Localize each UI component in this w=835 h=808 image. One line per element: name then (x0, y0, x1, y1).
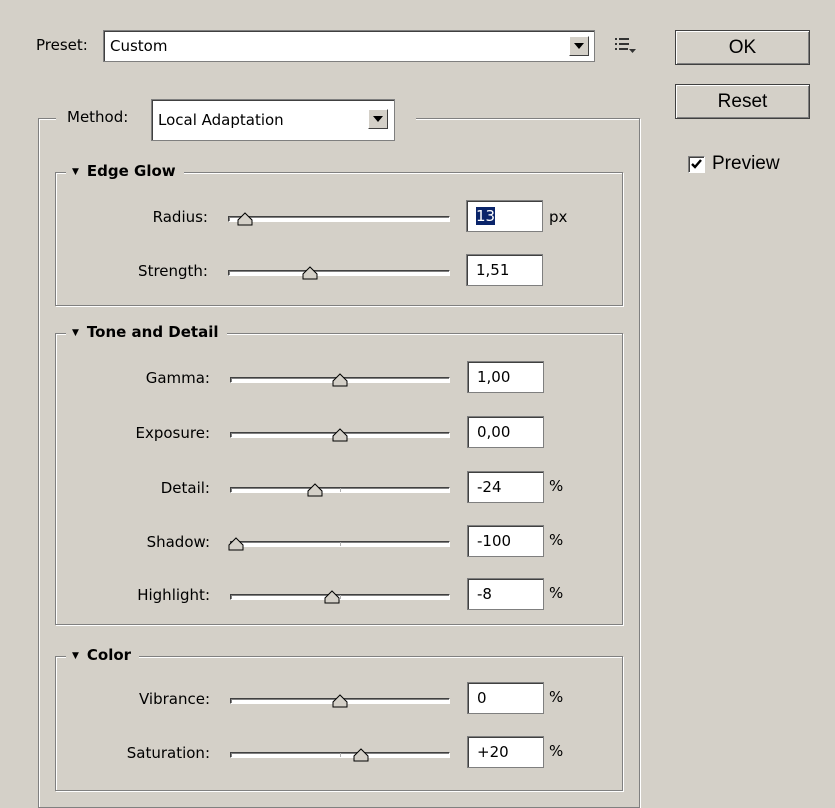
vibrance-input[interactable]: 0 (467, 682, 544, 714)
radius-slider-thumb[interactable] (237, 212, 253, 226)
gamma-slider-thumb[interactable] (332, 373, 348, 387)
preset-label: Preset: (36, 36, 88, 54)
strength-slider-thumb[interactable] (302, 266, 318, 280)
saturation-input[interactable]: +20 (467, 736, 544, 768)
color-title: Color (86, 646, 132, 664)
edge-glow-title: Edge Glow (86, 162, 176, 180)
tone-detail-header[interactable]: ▼ Tone and Detail (66, 323, 227, 341)
collapse-triangle-icon: ▼ (72, 167, 79, 177)
method-value: Local Adaptation (158, 111, 284, 129)
highlight-unit: % (549, 584, 564, 602)
detail-slider[interactable] (230, 483, 450, 497)
detail-label: Detail: (160, 479, 210, 497)
tone-detail-title: Tone and Detail (86, 323, 219, 341)
ok-button[interactable]: OK (675, 30, 810, 65)
detail-input[interactable]: -24 (467, 471, 544, 503)
radius-unit: px (549, 208, 568, 226)
vibrance-unit: % (549, 688, 564, 706)
preview-label: Preview (712, 153, 780, 174)
preset-value: Custom (110, 37, 168, 55)
highlight-label: Highlight: (137, 586, 210, 604)
reset-button[interactable]: Reset (675, 84, 810, 119)
radius-label: Radius: (152, 208, 208, 226)
vibrance-slider-thumb[interactable] (332, 694, 348, 708)
radius-slider[interactable] (228, 212, 450, 226)
highlight-input[interactable]: -8 (467, 578, 544, 610)
saturation-label: Saturation: (126, 744, 210, 762)
preset-options-icon[interactable] (614, 36, 638, 56)
gamma-label: Gamma: (145, 369, 210, 387)
preset-dropdown[interactable]: Custom (103, 30, 595, 62)
detail-slider-thumb[interactable] (307, 483, 323, 497)
shadow-label: Shadow: (146, 533, 210, 551)
vibrance-slider[interactable] (230, 694, 450, 708)
exposure-input[interactable]: 0,00 (467, 416, 544, 448)
shadow-input[interactable]: -100 (467, 525, 544, 557)
method-dropdown[interactable]: Local Adaptation (151, 99, 395, 141)
highlight-slider[interactable] (230, 590, 450, 604)
color-group (55, 656, 623, 791)
method-dropdown-arrow-icon[interactable] (368, 109, 388, 129)
edge-glow-header[interactable]: ▼ Edge Glow (66, 162, 184, 180)
strength-input[interactable]: 1,51 (466, 254, 543, 286)
collapse-triangle-icon: ▼ (72, 651, 79, 661)
shadow-slider[interactable] (228, 537, 450, 551)
radius-input[interactable]: 13 (466, 200, 543, 232)
method-label: Method: (67, 108, 129, 126)
shadow-slider-thumb[interactable] (228, 537, 244, 551)
strength-label: Strength: (138, 262, 208, 280)
saturation-unit: % (549, 742, 564, 760)
strength-slider[interactable] (228, 266, 450, 280)
gamma-slider[interactable] (230, 373, 450, 387)
vibrance-label: Vibrance: (138, 690, 210, 708)
shadow-unit: % (549, 531, 564, 549)
exposure-slider[interactable] (230, 428, 450, 442)
saturation-slider-thumb[interactable] (353, 748, 369, 762)
checkmark-icon (691, 159, 702, 169)
highlight-slider-thumb[interactable] (324, 590, 340, 604)
detail-unit: % (549, 477, 564, 495)
saturation-slider[interactable] (230, 748, 450, 762)
preview-checkbox[interactable] (688, 156, 705, 173)
color-header[interactable]: ▼ Color (66, 646, 140, 664)
preset-dropdown-arrow-icon[interactable] (569, 36, 589, 56)
exposure-slider-thumb[interactable] (332, 428, 348, 442)
exposure-label: Exposure: (135, 424, 211, 442)
collapse-triangle-icon: ▼ (72, 328, 79, 338)
gamma-input[interactable]: 1,00 (467, 361, 544, 393)
